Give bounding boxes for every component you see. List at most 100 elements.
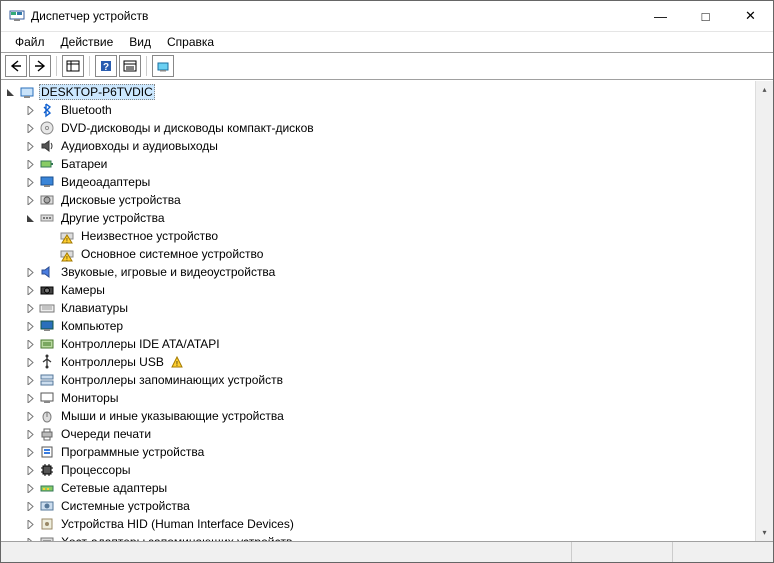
tree-device[interactable]: !Неизвестное устройство <box>43 227 755 245</box>
expander-icon[interactable] <box>23 121 37 135</box>
tree-category-label[interactable]: Хост-адаптеры запоминающих устройств <box>59 535 294 541</box>
expander-icon[interactable] <box>23 535 37 541</box>
tree-category-label[interactable]: Видеоадаптеры <box>59 175 152 189</box>
software-icon <box>39 444 55 460</box>
tree-category[interactable]: Контроллеры IDE ATA/ATAPI <box>23 335 755 353</box>
minimize-button[interactable]: — <box>638 1 683 31</box>
tree-category-label[interactable]: Дисковые устройства <box>59 193 183 207</box>
menu-view[interactable]: Вид <box>121 33 159 51</box>
tree-category[interactable]: Мониторы <box>23 389 755 407</box>
tree-category[interactable]: Мыши и иные указывающие устройства <box>23 407 755 425</box>
expander-icon[interactable] <box>23 211 37 225</box>
expander-icon[interactable] <box>23 481 37 495</box>
tree-category-label[interactable]: Камеры <box>59 283 107 297</box>
toolbar-back-button[interactable] <box>5 55 27 77</box>
tree-category[interactable]: Клавиатуры <box>23 299 755 317</box>
expander-icon[interactable] <box>23 265 37 279</box>
tree-category[interactable]: Контроллеры запоминающих устройств <box>23 371 755 389</box>
toolbar-show-hide-button[interactable] <box>62 55 84 77</box>
tree-category[interactable]: Другие устройства <box>23 209 755 227</box>
expander-icon[interactable] <box>23 283 37 297</box>
expander-icon[interactable] <box>23 193 37 207</box>
tree-category-label[interactable]: Bluetooth <box>59 103 114 117</box>
scroll-down-button[interactable]: ▾ <box>756 524 773 541</box>
tree-category-label[interactable]: DVD-дисководы и дисководы компакт-дисков <box>59 121 316 135</box>
scroll-track[interactable] <box>756 98 773 524</box>
tree-category-label[interactable]: Компьютер <box>59 319 125 333</box>
tree-category[interactable]: Устройства HID (Human Interface Devices) <box>23 515 755 533</box>
tree-category[interactable]: Процессоры <box>23 461 755 479</box>
tree-device[interactable]: !Основное системное устройство <box>43 245 755 263</box>
vertical-scrollbar[interactable]: ▴ ▾ <box>755 81 773 541</box>
tree-category[interactable]: Батареи <box>23 155 755 173</box>
tree-category[interactable]: Дисковые устройства <box>23 191 755 209</box>
computer-icon <box>19 84 35 100</box>
expander-icon[interactable] <box>23 157 37 171</box>
maximize-button[interactable]: □ <box>683 1 728 31</box>
toolbar-help-button[interactable]: ? <box>95 55 117 77</box>
tree-category[interactable]: Bluetooth <box>23 101 755 119</box>
toolbar-forward-button[interactable] <box>29 55 51 77</box>
tree-category[interactable]: Системные устройства <box>23 497 755 515</box>
expander-icon[interactable] <box>23 373 37 387</box>
close-button[interactable]: ✕ <box>728 1 773 31</box>
tree-device-label[interactable]: Основное системное устройство <box>79 247 265 261</box>
toolbar-scan-button[interactable] <box>152 55 174 77</box>
expander-icon[interactable] <box>23 391 37 405</box>
tree-category-label[interactable]: Устройства HID (Human Interface Devices) <box>59 517 296 531</box>
tree-category[interactable]: Аудиовходы и аудиовыходы <box>23 137 755 155</box>
expander-icon[interactable] <box>23 499 37 513</box>
expander-icon[interactable] <box>23 103 37 117</box>
expander-icon[interactable] <box>23 337 37 351</box>
tree-category[interactable]: Звуковые, игровые и видеоустройства <box>23 263 755 281</box>
tree-category-label[interactable]: Контроллеры USB <box>59 355 166 369</box>
expander-icon[interactable] <box>23 355 37 369</box>
menu-help[interactable]: Справка <box>159 33 222 51</box>
tree-category-label[interactable]: Программные устройства <box>59 445 206 459</box>
expander-icon[interactable] <box>23 409 37 423</box>
tree-category-label[interactable]: Мыши и иные указывающие устройства <box>59 409 286 423</box>
expander-icon[interactable] <box>23 463 37 477</box>
tree-device-label[interactable]: Неизвестное устройство <box>79 229 220 243</box>
tree-category-label[interactable]: Батареи <box>59 157 109 171</box>
status-part-main <box>1 542 571 562</box>
tree-category[interactable]: Очереди печати <box>23 425 755 443</box>
tree-category-label[interactable]: Контроллеры IDE ATA/ATAPI <box>59 337 222 351</box>
expander-icon[interactable] <box>3 85 17 99</box>
tree-category-label[interactable]: Сетевые адаптеры <box>59 481 169 495</box>
expander-icon[interactable] <box>23 427 37 441</box>
scroll-up-button[interactable]: ▴ <box>756 81 773 98</box>
tree-category-label[interactable]: Другие устройства <box>59 211 167 225</box>
tree-category[interactable]: Контроллеры USB! <box>23 353 755 371</box>
tree-category-label[interactable]: Контроллеры запоминающих устройств <box>59 373 285 387</box>
tree-root-label[interactable]: DESKTOP-P6TVDIC <box>39 84 155 100</box>
toolbar-properties-button[interactable] <box>119 55 141 77</box>
tree-root[interactable]: DESKTOP-P6TVDIC <box>3 83 755 101</box>
tree-category[interactable]: DVD-дисководы и дисководы компакт-дисков <box>23 119 755 137</box>
tree-category-label[interactable]: Аудиовходы и аудиовыходы <box>59 139 220 153</box>
menu-file[interactable]: Файл <box>7 33 53 51</box>
expander-icon[interactable] <box>23 319 37 333</box>
tree-category[interactable]: Программные устройства <box>23 443 755 461</box>
expander-icon[interactable] <box>23 445 37 459</box>
other-icon <box>39 210 55 226</box>
status-part-2 <box>672 542 773 562</box>
expander-icon[interactable] <box>23 139 37 153</box>
tree-category-label[interactable]: Мониторы <box>59 391 120 405</box>
expander-icon[interactable] <box>23 517 37 531</box>
expander-icon[interactable] <box>23 301 37 315</box>
tree-category[interactable]: Сетевые адаптеры <box>23 479 755 497</box>
device-tree[interactable]: DESKTOP-P6TVDIC Bluetooth DVD-дисководы и … <box>1 81 755 541</box>
tree-category[interactable]: Компьютер <box>23 317 755 335</box>
tree-category-label[interactable]: Звуковые, игровые и видеоустройства <box>59 265 277 279</box>
tree-category[interactable]: Камеры <box>23 281 755 299</box>
tree-category[interactable]: Хост-адаптеры запоминающих устройств <box>23 533 755 541</box>
device-manager-window: Диспетчер устройств — □ ✕ Файл Действие … <box>0 0 774 563</box>
menu-action[interactable]: Действие <box>53 33 122 51</box>
tree-category-label[interactable]: Клавиатуры <box>59 301 130 315</box>
tree-category-label[interactable]: Системные устройства <box>59 499 192 513</box>
tree-category-label[interactable]: Очереди печати <box>59 427 153 441</box>
expander-icon[interactable] <box>23 175 37 189</box>
tree-category-label[interactable]: Процессоры <box>59 463 133 477</box>
tree-category[interactable]: Видеоадаптеры <box>23 173 755 191</box>
